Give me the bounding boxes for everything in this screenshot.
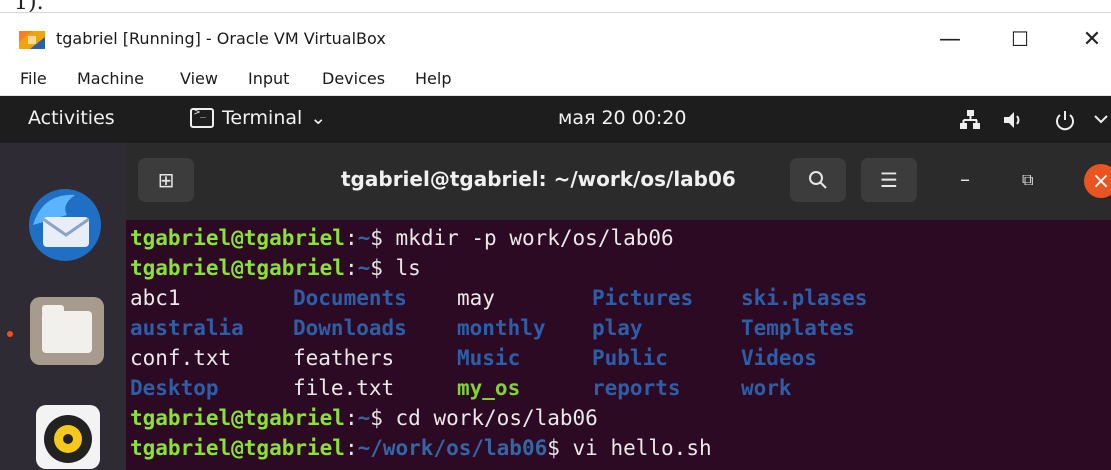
menu-devices[interactable]: Devices: [322, 69, 385, 88]
thunderbird-icon[interactable]: [23, 185, 107, 265]
ls-entry: Public: [592, 346, 668, 370]
close-icon: ×: [1091, 168, 1111, 194]
ls-entry: reports: [592, 376, 681, 400]
ls-entry: may: [457, 286, 495, 310]
ls-entry: australia: [130, 316, 244, 340]
terminal-line: tgabriel@tgabriel:~/work/os/lab06$ vi he…: [130, 436, 712, 460]
menu-machine[interactable]: Machine: [77, 69, 144, 88]
ls-entry: Videos: [741, 346, 817, 370]
ls-entry: monthly: [457, 316, 546, 340]
ls-entry: conf.txt: [130, 346, 232, 370]
volume-icon[interactable]: [1002, 110, 1024, 130]
ls-entry: my_os: [457, 376, 521, 400]
search-button[interactable]: [790, 158, 846, 202]
ls-entry: abc1: [130, 286, 181, 310]
terminal-close-button[interactable]: ×: [1084, 164, 1111, 198]
window-title: tgabriel [Running] - Oracle VM VirtualBo…: [56, 29, 386, 48]
terminal-restore-button[interactable]: ⧉: [1022, 170, 1033, 190]
close-button[interactable]: ✕: [1072, 23, 1111, 55]
terminal-app-menu[interactable]: Terminal ⌄: [190, 107, 326, 129]
files-icon[interactable]: [28, 291, 106, 369]
virtualbox-icon: [19, 31, 45, 49]
terminal-icon: [190, 107, 214, 128]
ls-entry: feathers: [293, 346, 395, 370]
ls-entry: work: [741, 376, 792, 400]
terminal-headerbar: ⊞ tgabriel@tgabriel: ~/work/os/lab06 ☰ –…: [126, 143, 1111, 220]
terminal-line: tgabriel@tgabriel:~$ ls: [130, 256, 421, 280]
virtualbox-titlebar: tgabriel [Running] - Oracle VM VirtualBo…: [0, 12, 1111, 63]
terminal-title: tgabriel@tgabriel: ~/work/os/lab06: [341, 167, 736, 191]
app-menu-label: Terminal: [222, 107, 303, 129]
activities-button[interactable]: Activities: [28, 107, 115, 129]
hamburger-menu-button[interactable]: ☰: [861, 158, 917, 202]
new-tab-icon: ⊞: [157, 168, 175, 192]
rhythmbox-icon[interactable]: [36, 405, 100, 469]
ls-entry: Documents: [293, 286, 407, 310]
minimize-button[interactable]: —: [930, 23, 970, 55]
ls-entry: Desktop: [130, 376, 219, 400]
terminal-line: tgabriel@tgabriel:~$ cd work/os/lab06: [130, 406, 598, 430]
menu-file[interactable]: File: [20, 69, 47, 88]
menu-view[interactable]: View: [180, 69, 218, 88]
virtualbox-menubar: File Machine View Input Devices Help: [0, 62, 1111, 96]
clock[interactable]: мая 20 00:20: [558, 107, 686, 129]
cropped-text-fragment: 1).: [0, 0, 1111, 15]
power-icon[interactable]: [1054, 109, 1076, 131]
ls-entry: play: [592, 316, 643, 340]
chevron-down-icon: ⌄: [310, 107, 327, 129]
chevron-down-icon[interactable]: [1094, 114, 1108, 124]
ls-entry: ski.plases: [741, 286, 868, 310]
ls-entry: Music: [457, 346, 521, 370]
hamburger-icon: ☰: [880, 168, 898, 192]
running-indicator-dot: [7, 331, 13, 337]
ls-entry: Pictures: [592, 286, 694, 310]
ls-entry: Downloads: [293, 316, 407, 340]
terminal-minimize-button[interactable]: –: [960, 167, 970, 191]
search-icon: [809, 171, 827, 189]
network-icon[interactable]: [958, 109, 982, 131]
gnome-top-bar: Activities Terminal ⌄ мая 20 00:20: [0, 96, 1111, 143]
ls-entry: file.txt: [293, 376, 395, 400]
terminal-line: tgabriel@tgabriel:~$ mkdir -p work/os/la…: [130, 226, 674, 250]
menu-help[interactable]: Help: [415, 69, 451, 88]
maximize-button[interactable]: ☐: [1000, 23, 1040, 55]
dock: [0, 143, 126, 470]
ls-entry: Templates: [741, 316, 855, 340]
menu-input[interactable]: Input: [248, 69, 289, 88]
terminal-output[interactable]: tgabriel@tgabriel:~$ mkdir -p work/os/la…: [126, 220, 1111, 470]
new-tab-button[interactable]: ⊞: [138, 158, 194, 202]
